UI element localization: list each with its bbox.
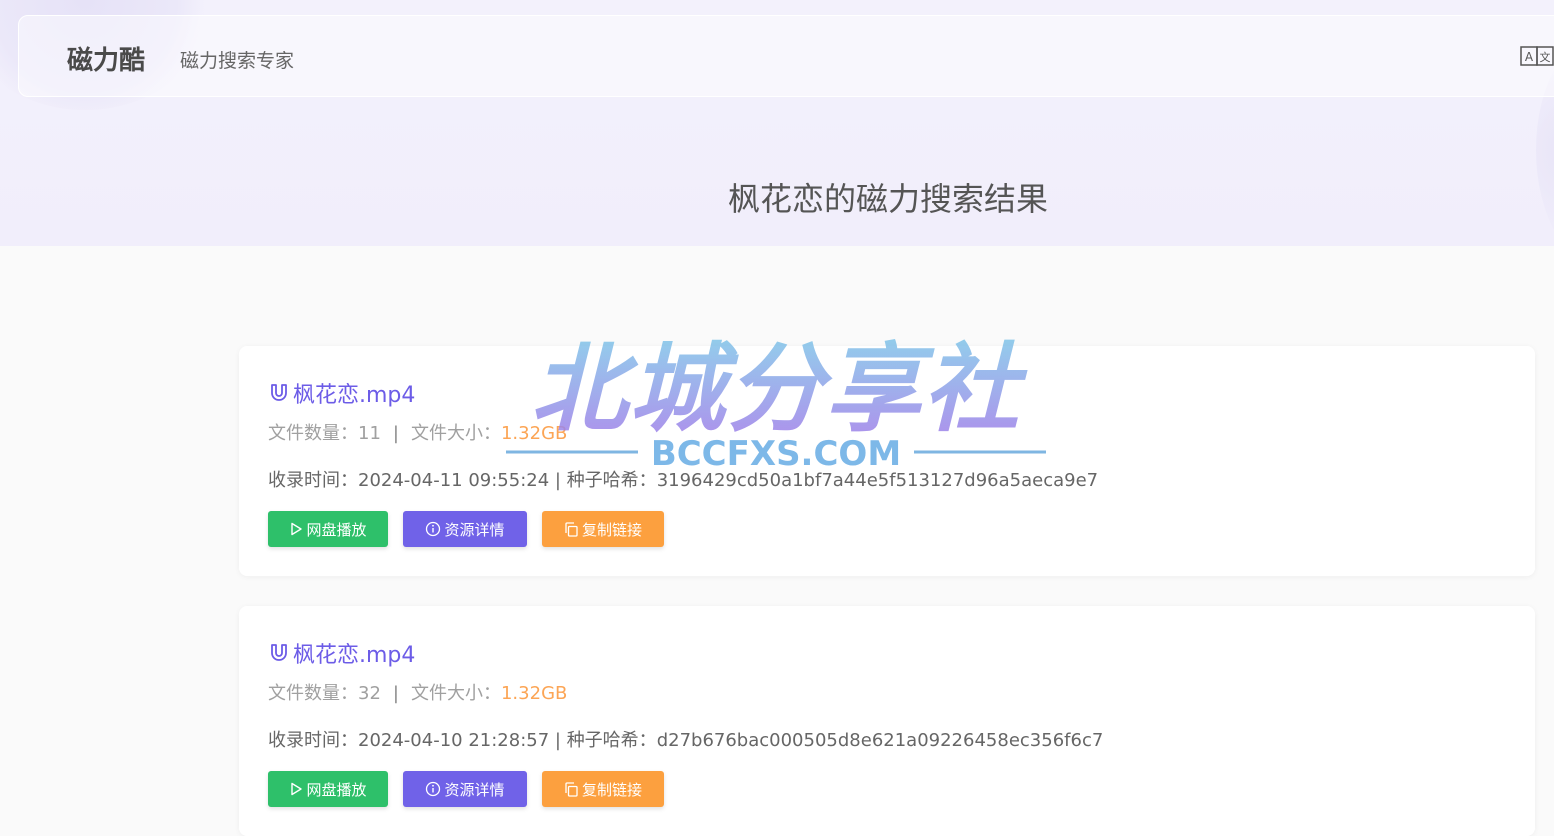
result-meta: 文件数量：11 | 文件大小：1.32GB	[268, 419, 567, 445]
copy-icon	[565, 521, 578, 537]
cloud-play-button[interactable]: 网盘播放	[268, 771, 388, 807]
result-title[interactable]: 枫花恋.mp4	[293, 377, 415, 409]
hash-label: 种子哈希：	[566, 470, 657, 491]
meta-separator: |	[392, 423, 399, 444]
svg-text:A: A	[1525, 50, 1534, 64]
copy-icon	[565, 781, 578, 797]
file-count-value: 32	[358, 683, 381, 704]
info-icon	[426, 781, 441, 797]
hash-label: 种子哈希：	[566, 730, 657, 751]
resource-detail-label: 资源详情	[444, 520, 505, 539]
resource-detail-button[interactable]: 资源详情	[403, 511, 527, 547]
copy-link-button[interactable]: 复制链接	[542, 511, 664, 547]
info-separator: |	[549, 730, 567, 751]
hash-value: 3196429cd50a1bf7a44e5f513127d96a5aeca9e7	[656, 470, 1099, 491]
site-tagline: 磁力搜索专家	[180, 50, 295, 72]
hero-banner: 磁力酷 磁力搜索专家 A 文 枫花恋的磁力搜索结果	[0, 0, 1554, 246]
result-title[interactable]: 枫花恋.mp4	[293, 637, 415, 669]
hash-value: d27b676bac000505d8e621a09226458ec356f6c7	[656, 730, 1104, 751]
resource-detail-label: 资源详情	[444, 780, 505, 799]
info-icon	[426, 521, 441, 537]
svg-text:文: 文	[1540, 50, 1551, 64]
translate-icon[interactable]: A 文	[1520, 46, 1554, 66]
result-card: 枫花恋.mp4 文件数量：11 | 文件大小：1.32GB 收录时间：2024-04…	[239, 346, 1535, 576]
file-size-label: 文件大小：	[410, 423, 501, 444]
copy-link-label: 复制链接	[581, 780, 642, 799]
page-title: 枫花恋的磁力搜索结果	[727, 180, 1048, 218]
cloud-play-button[interactable]: 网盘播放	[268, 511, 388, 547]
indexed-time-value: 2024-04-10 21:28:57	[358, 730, 550, 751]
info-separator: |	[549, 470, 567, 491]
result-actions: 网盘播放 资源详情 复制链接	[268, 511, 679, 547]
copy-link-button[interactable]: 复制链接	[542, 771, 664, 807]
result-card: 枫花恋.mp4 文件数量：32 | 文件大小：1.32GB 收录时间：2024-04…	[239, 606, 1535, 836]
file-count-label: 文件数量：	[268, 683, 358, 704]
file-count-label: 文件数量：	[268, 423, 358, 444]
magnet-icon	[271, 384, 287, 401]
result-info: 收录时间：2024-04-11 09:55:24 | 种子哈希：3196429c…	[268, 466, 1098, 492]
resource-detail-button[interactable]: 资源详情	[403, 771, 527, 807]
indexed-time-label: 收录时间：	[268, 730, 358, 751]
meta-separator: |	[392, 683, 399, 704]
result-actions: 网盘播放 资源详情 复制链接	[268, 771, 679, 807]
indexed-time-value: 2024-04-11 09:55:24	[358, 470, 550, 491]
file-count-value: 11	[358, 423, 381, 444]
site-logo[interactable]: 磁力酷	[67, 40, 145, 77]
file-size-value: 1.32GB	[500, 683, 568, 704]
result-title-link[interactable]: 枫花恋.mp4	[268, 637, 415, 669]
result-meta: 文件数量：32 | 文件大小：1.32GB	[268, 679, 567, 705]
magnet-icon	[271, 644, 287, 661]
copy-link-label: 复制链接	[581, 520, 642, 539]
indexed-time-label: 收录时间：	[268, 470, 358, 491]
play-icon	[291, 782, 303, 796]
file-size-label: 文件大小：	[410, 683, 501, 704]
cloud-play-label: 网盘播放	[306, 780, 367, 799]
result-info: 收录时间：2024-04-10 21:28:57 | 种子哈希：d27b676b…	[268, 726, 1103, 752]
file-size-value: 1.32GB	[500, 423, 568, 444]
result-title-link[interactable]: 枫花恋.mp4	[268, 377, 415, 409]
play-icon	[291, 522, 303, 536]
cloud-play-label: 网盘播放	[306, 520, 367, 539]
top-navbar: 磁力酷 磁力搜索专家 A 文	[18, 15, 1554, 97]
